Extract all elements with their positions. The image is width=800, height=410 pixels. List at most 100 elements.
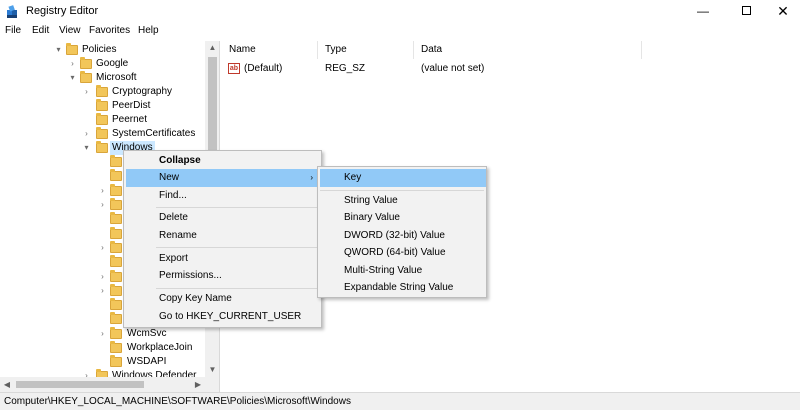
- column-header-name[interactable]: Name: [222, 41, 318, 59]
- folder-icon: [110, 184, 122, 196]
- menu-item-permissions[interactable]: Permissions...: [126, 267, 321, 285]
- expander-icon[interactable]: [98, 298, 107, 312]
- expander-icon[interactable]: [98, 227, 107, 241]
- expander-icon[interactable]: [82, 113, 91, 127]
- expander-icon[interactable]: [82, 99, 91, 113]
- folder-icon: [110, 198, 122, 210]
- menu-separator: [156, 247, 318, 248]
- submenu-item-string-value[interactable]: String Value: [320, 192, 486, 210]
- tree-item-label: WcmSvc: [127, 328, 167, 339]
- expander-icon[interactable]: ▾: [68, 71, 77, 85]
- menu-item-new[interactable]: New ›: [126, 169, 321, 187]
- menu-help[interactable]: Help: [138, 25, 159, 36]
- tree-item-peernet[interactable]: Peernet: [0, 113, 205, 127]
- tree-item-wcmsvc[interactable]: › WcmSvc: [0, 327, 205, 341]
- folder-icon: [66, 43, 78, 55]
- expander-icon[interactable]: [98, 169, 107, 183]
- tree-item-peerdist[interactable]: PeerDist: [0, 99, 205, 113]
- expander-icon[interactable]: ›: [98, 198, 107, 212]
- minimize-button[interactable]: —: [684, 0, 722, 23]
- folder-icon: [110, 327, 122, 339]
- folder-icon: [110, 255, 122, 267]
- folder-icon: [110, 270, 122, 282]
- folder-icon: [110, 355, 122, 367]
- tree-item-label: WorkplaceJoin: [127, 342, 193, 353]
- expander-icon[interactable]: ›: [82, 127, 91, 141]
- expander-icon[interactable]: ›: [98, 284, 107, 298]
- registry-editor-icon: [7, 5, 17, 18]
- tree-item-policies[interactable]: ▾ Policies: [0, 43, 205, 57]
- menu-view[interactable]: View: [59, 25, 81, 36]
- tree-item-google[interactable]: › Google: [0, 57, 205, 71]
- column-header-type[interactable]: Type: [318, 41, 414, 59]
- menu-item-delete[interactable]: Delete: [126, 209, 321, 227]
- scroll-up-icon[interactable]: ▲: [205, 41, 219, 55]
- minimize-icon: —: [697, 4, 709, 18]
- scroll-right-icon[interactable]: ▶: [191, 377, 205, 392]
- tree-item-microsoft[interactable]: ▾ Microsoft: [0, 71, 205, 85]
- tree-item-workplacejoin[interactable]: WorkplaceJoin: [0, 341, 205, 355]
- menu-item-collapse[interactable]: Collapse: [126, 152, 321, 170]
- folder-icon: [110, 284, 122, 296]
- folder-icon: [80, 57, 92, 69]
- tree-item-cryptography[interactable]: › Cryptography: [0, 85, 205, 99]
- expander-icon[interactable]: [98, 255, 107, 269]
- expander-icon[interactable]: ▾: [82, 141, 91, 155]
- value-type: REG_SZ: [325, 63, 366, 74]
- expander-icon[interactable]: ›: [98, 270, 107, 284]
- submenu-item-binary-value[interactable]: Binary Value: [320, 209, 486, 227]
- folder-icon: [110, 155, 122, 167]
- submenu-item-qword-value[interactable]: QWORD (64-bit) Value: [320, 244, 486, 262]
- folder-icon: [110, 169, 122, 181]
- tree-item-label: PeerDist: [112, 100, 151, 111]
- menu-edit[interactable]: Edit: [32, 25, 49, 36]
- folder-icon: [96, 141, 108, 153]
- tree-item-label: Policies: [82, 44, 117, 55]
- submenu-item-multi-string-value[interactable]: Multi-String Value: [320, 262, 486, 280]
- horizontal-scroll-thumb[interactable]: [16, 381, 144, 388]
- close-button[interactable]: ✕: [764, 0, 800, 23]
- expander-icon[interactable]: ›: [68, 57, 77, 71]
- tree-item-label: Cryptography: [112, 86, 173, 97]
- new-submenu: Key String Value Binary Value DWORD (32-…: [317, 166, 487, 298]
- tree-horizontal-scrollbar[interactable]: ◀ ▶: [0, 377, 205, 392]
- submenu-item-expandable-string-value[interactable]: Expandable String Value: [320, 279, 486, 297]
- menu-item-export[interactable]: Export: [126, 250, 321, 268]
- tree-item-systemcertificates[interactable]: › SystemCertificates: [0, 127, 205, 141]
- folder-icon: [110, 298, 122, 310]
- folder-icon: [110, 241, 122, 253]
- menu-favorites[interactable]: Favorites: [89, 25, 130, 36]
- expander-icon[interactable]: ›: [98, 184, 107, 198]
- menu-item-rename[interactable]: Rename: [126, 227, 321, 245]
- scroll-left-icon[interactable]: ◀: [0, 377, 14, 392]
- expander-icon[interactable]: ›: [98, 241, 107, 255]
- maximize-button[interactable]: [727, 0, 765, 23]
- tree-item-wsdapi[interactable]: WSDAPI: [0, 355, 205, 369]
- folder-icon: [96, 99, 108, 111]
- menu-item-go-to-hkcu[interactable]: Go to HKEY_CURRENT_USER: [126, 308, 321, 326]
- column-header-data[interactable]: Data: [414, 41, 642, 59]
- menu-separator: [320, 190, 484, 191]
- menu-item-find[interactable]: Find...: [126, 187, 321, 205]
- menu-item-copy-key-name[interactable]: Copy Key Name: [126, 290, 321, 308]
- expander-icon[interactable]: ›: [82, 85, 91, 99]
- value-name[interactable]: (Default): [244, 61, 282, 77]
- status-bar: Computer\HKEY_LOCAL_MACHINE\SOFTWARE\Pol…: [0, 392, 800, 410]
- expander-icon[interactable]: ›: [98, 327, 107, 341]
- submenu-item-key[interactable]: Key: [320, 169, 486, 187]
- scroll-down-icon[interactable]: ▼: [205, 363, 219, 377]
- menu-file[interactable]: File: [5, 25, 21, 36]
- tree-item-label: Microsoft: [96, 72, 137, 83]
- close-icon: ✕: [777, 3, 789, 19]
- scrollbar-corner: [205, 377, 219, 392]
- submenu-item-dword-value[interactable]: DWORD (32-bit) Value: [320, 227, 486, 245]
- menu-separator: [156, 207, 318, 208]
- tree-item-label: Google: [96, 58, 129, 69]
- expander-icon[interactable]: [98, 355, 107, 369]
- submenu-arrow-icon: ›: [310, 173, 313, 182]
- expander-icon[interactable]: [98, 341, 107, 355]
- expander-icon[interactable]: [98, 312, 107, 326]
- expander-icon[interactable]: [98, 212, 107, 226]
- expander-icon[interactable]: ▾: [54, 43, 63, 57]
- expander-icon[interactable]: [98, 155, 107, 169]
